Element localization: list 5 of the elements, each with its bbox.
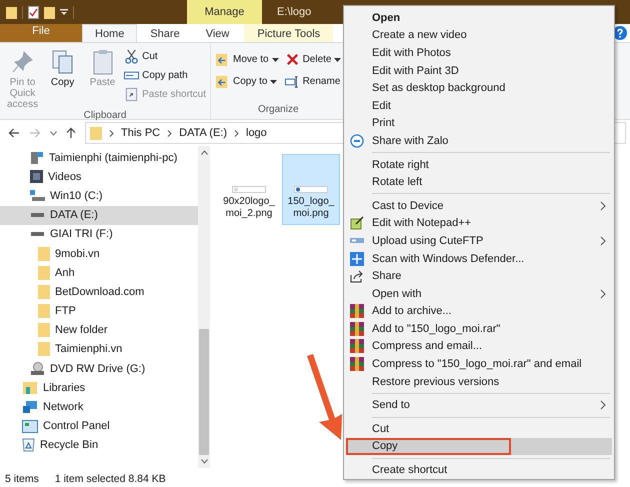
group-label: Clipboard bbox=[82, 110, 128, 121]
selection-info: 1 item selected 8.84 KB bbox=[54, 472, 166, 484]
group-label: Organize bbox=[256, 104, 300, 117]
item-count: 5 items bbox=[5, 472, 39, 484]
window-title: E:\logo bbox=[277, 6, 312, 18]
